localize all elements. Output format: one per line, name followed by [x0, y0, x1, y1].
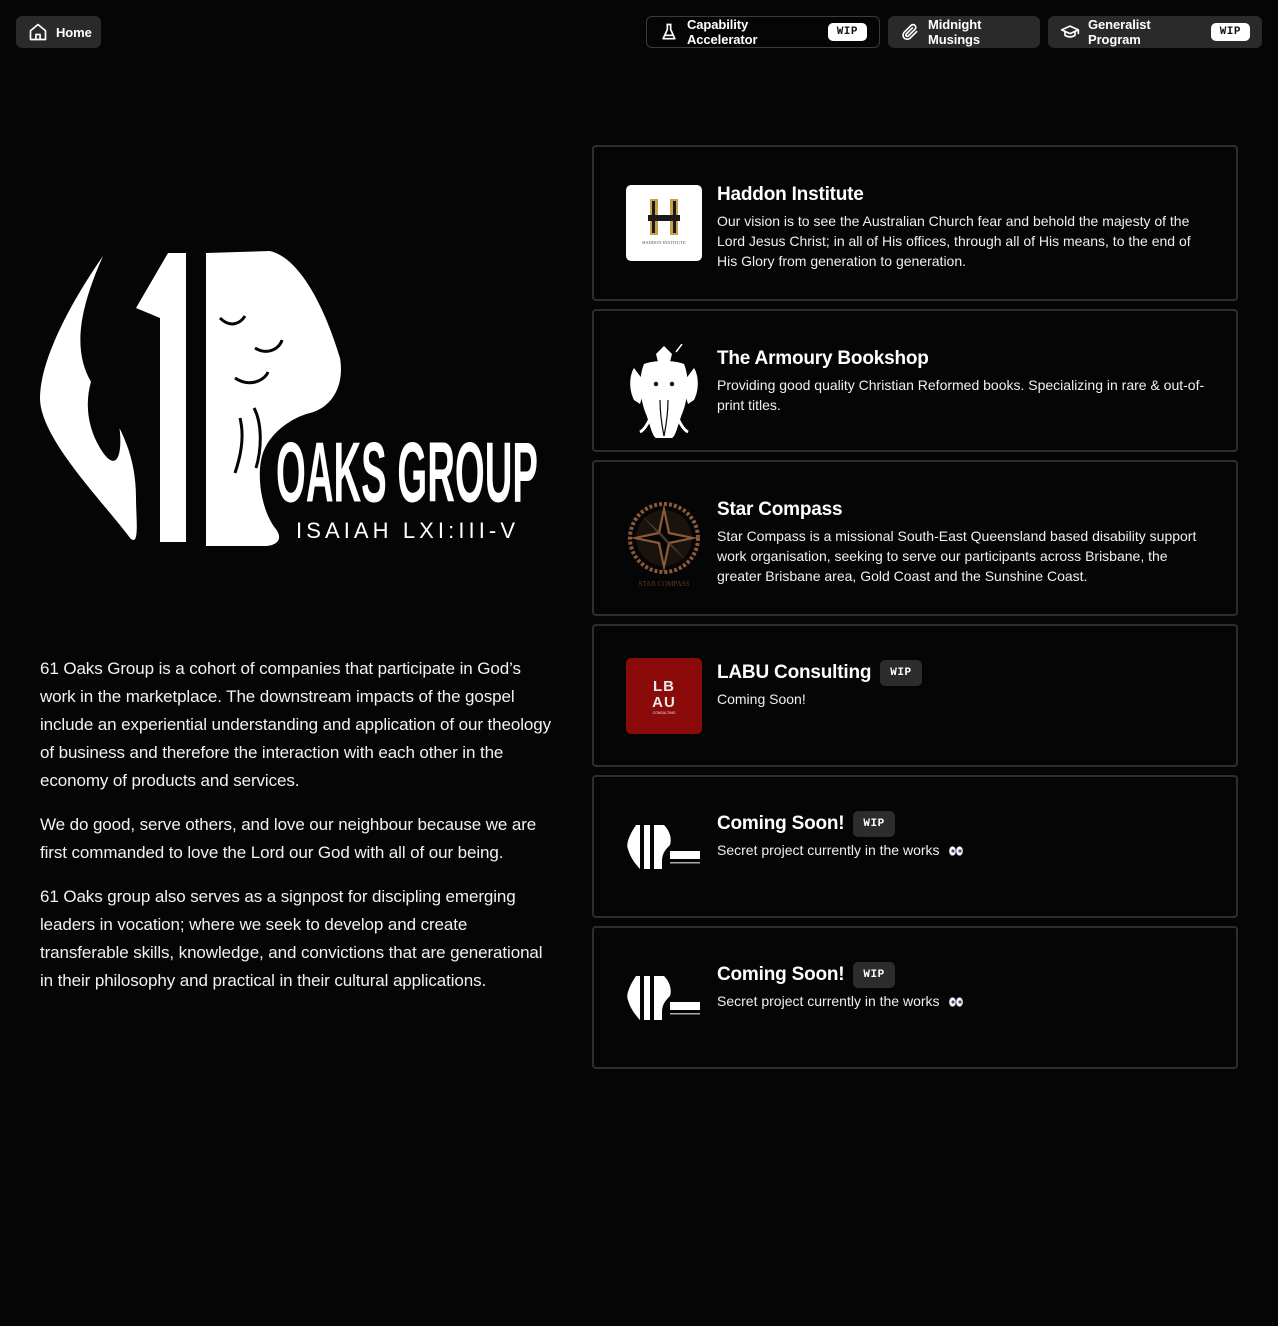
card-title: Haddon Institute: [717, 184, 864, 205]
about-paragraph: We do good, serve others, and love our n…: [40, 815, 537, 862]
company-card-haddon-institute[interactable]: HADDON INSTITUTE Haddon Institute Our vi…: [592, 145, 1238, 301]
card-title: The Armoury Bookshop: [717, 348, 929, 369]
61-oaks-group-logo: OAKS GROUP ISAIAH LXI:III-V: [40, 251, 538, 546]
card-title: Coming Soon!: [717, 813, 845, 834]
wip-badge: WIP: [853, 811, 895, 837]
armoury-elephant-logo: [626, 344, 702, 440]
wip-badge: WIP: [880, 660, 922, 686]
card-description: Our vision is to see the Australian Chur…: [717, 213, 1191, 269]
wip-badge: WIP: [853, 962, 895, 988]
midnight-musings-button[interactable]: Midnight Musings: [888, 16, 1040, 48]
flask-icon: [662, 23, 676, 40]
about-section: 61 Oaks Group is a cohort of companies t…: [40, 655, 555, 1011]
logo-name: OAKS GROUP: [276, 425, 538, 520]
midnight-label: Midnight Musings: [928, 17, 982, 47]
svg-text:LB: LB: [653, 678, 675, 695]
card-description: Secret project currently in the works: [717, 842, 940, 858]
company-card-coming-soon[interactable]: Coming Soon! WIP Secret project currentl…: [592, 775, 1238, 918]
wip-badge: WIP: [827, 23, 867, 41]
star-compass-logo: STAR COMPASS: [626, 500, 702, 592]
svg-text:CONSULTING: CONSULTING: [653, 711, 676, 715]
company-card-star-compass[interactable]: STAR COMPASS Star Compass Star Compass i…: [592, 460, 1238, 616]
about-paragraph: 61 Oaks Group is a cohort of companies t…: [40, 659, 552, 790]
company-card-labu-consulting[interactable]: LB AU CONSULTING LABU Consulting WIP Com…: [592, 624, 1238, 767]
card-title: Star Compass: [717, 499, 843, 520]
svg-text:AU: AU: [652, 694, 676, 711]
card-description: Coming Soon!: [717, 691, 806, 707]
svg-text:STAR COMPASS: STAR COMPASS: [638, 580, 689, 588]
top-nav: Home Capability Accelerator WIP Midnight…: [16, 16, 1262, 48]
wip-badge: WIP: [1210, 23, 1250, 41]
logo-verse: ISAIAH LXI:III-V: [296, 518, 520, 543]
home-button[interactable]: Home: [16, 16, 101, 48]
svg-text:HADDON INSTITUTE: HADDON INSTITUTE: [642, 240, 686, 245]
card-description: Secret project currently in the works: [717, 993, 940, 1009]
eyes-icon: [949, 846, 964, 857]
company-card-coming-soon[interactable]: Coming Soon! WIP Secret project currentl…: [592, 926, 1238, 1069]
labu-logo: LB AU CONSULTING: [626, 658, 702, 734]
card-title: LABU Consulting: [717, 662, 872, 683]
capability-accelerator-button[interactable]: Capability Accelerator WIP: [646, 16, 880, 48]
home-icon: [29, 23, 47, 41]
capability-label: Capability Accelerator: [687, 17, 758, 47]
company-card-armoury-bookshop[interactable]: The Armoury Bookshop Providing good qual…: [592, 309, 1238, 452]
paperclip-icon: [902, 23, 918, 41]
card-description: Providing good quality Christian Reforme…: [717, 377, 1205, 413]
card-description: Star Compass is a missional South-East Q…: [717, 528, 1197, 584]
home-label: Home: [56, 24, 92, 40]
eyes-icon: [949, 997, 964, 1008]
61-oaks-small-logo: [626, 817, 702, 873]
generalist-program-button[interactable]: Generalist Program WIP: [1048, 16, 1262, 48]
61-oaks-small-logo: [626, 968, 702, 1024]
graduation-cap-icon: [1060, 25, 1080, 38]
generalist-label: Generalist Program: [1088, 17, 1151, 47]
card-title: Coming Soon!: [717, 964, 845, 985]
about-paragraph: 61 Oaks group also serves as a signpost …: [40, 887, 543, 990]
haddon-logo: HADDON INSTITUTE: [626, 185, 702, 261]
